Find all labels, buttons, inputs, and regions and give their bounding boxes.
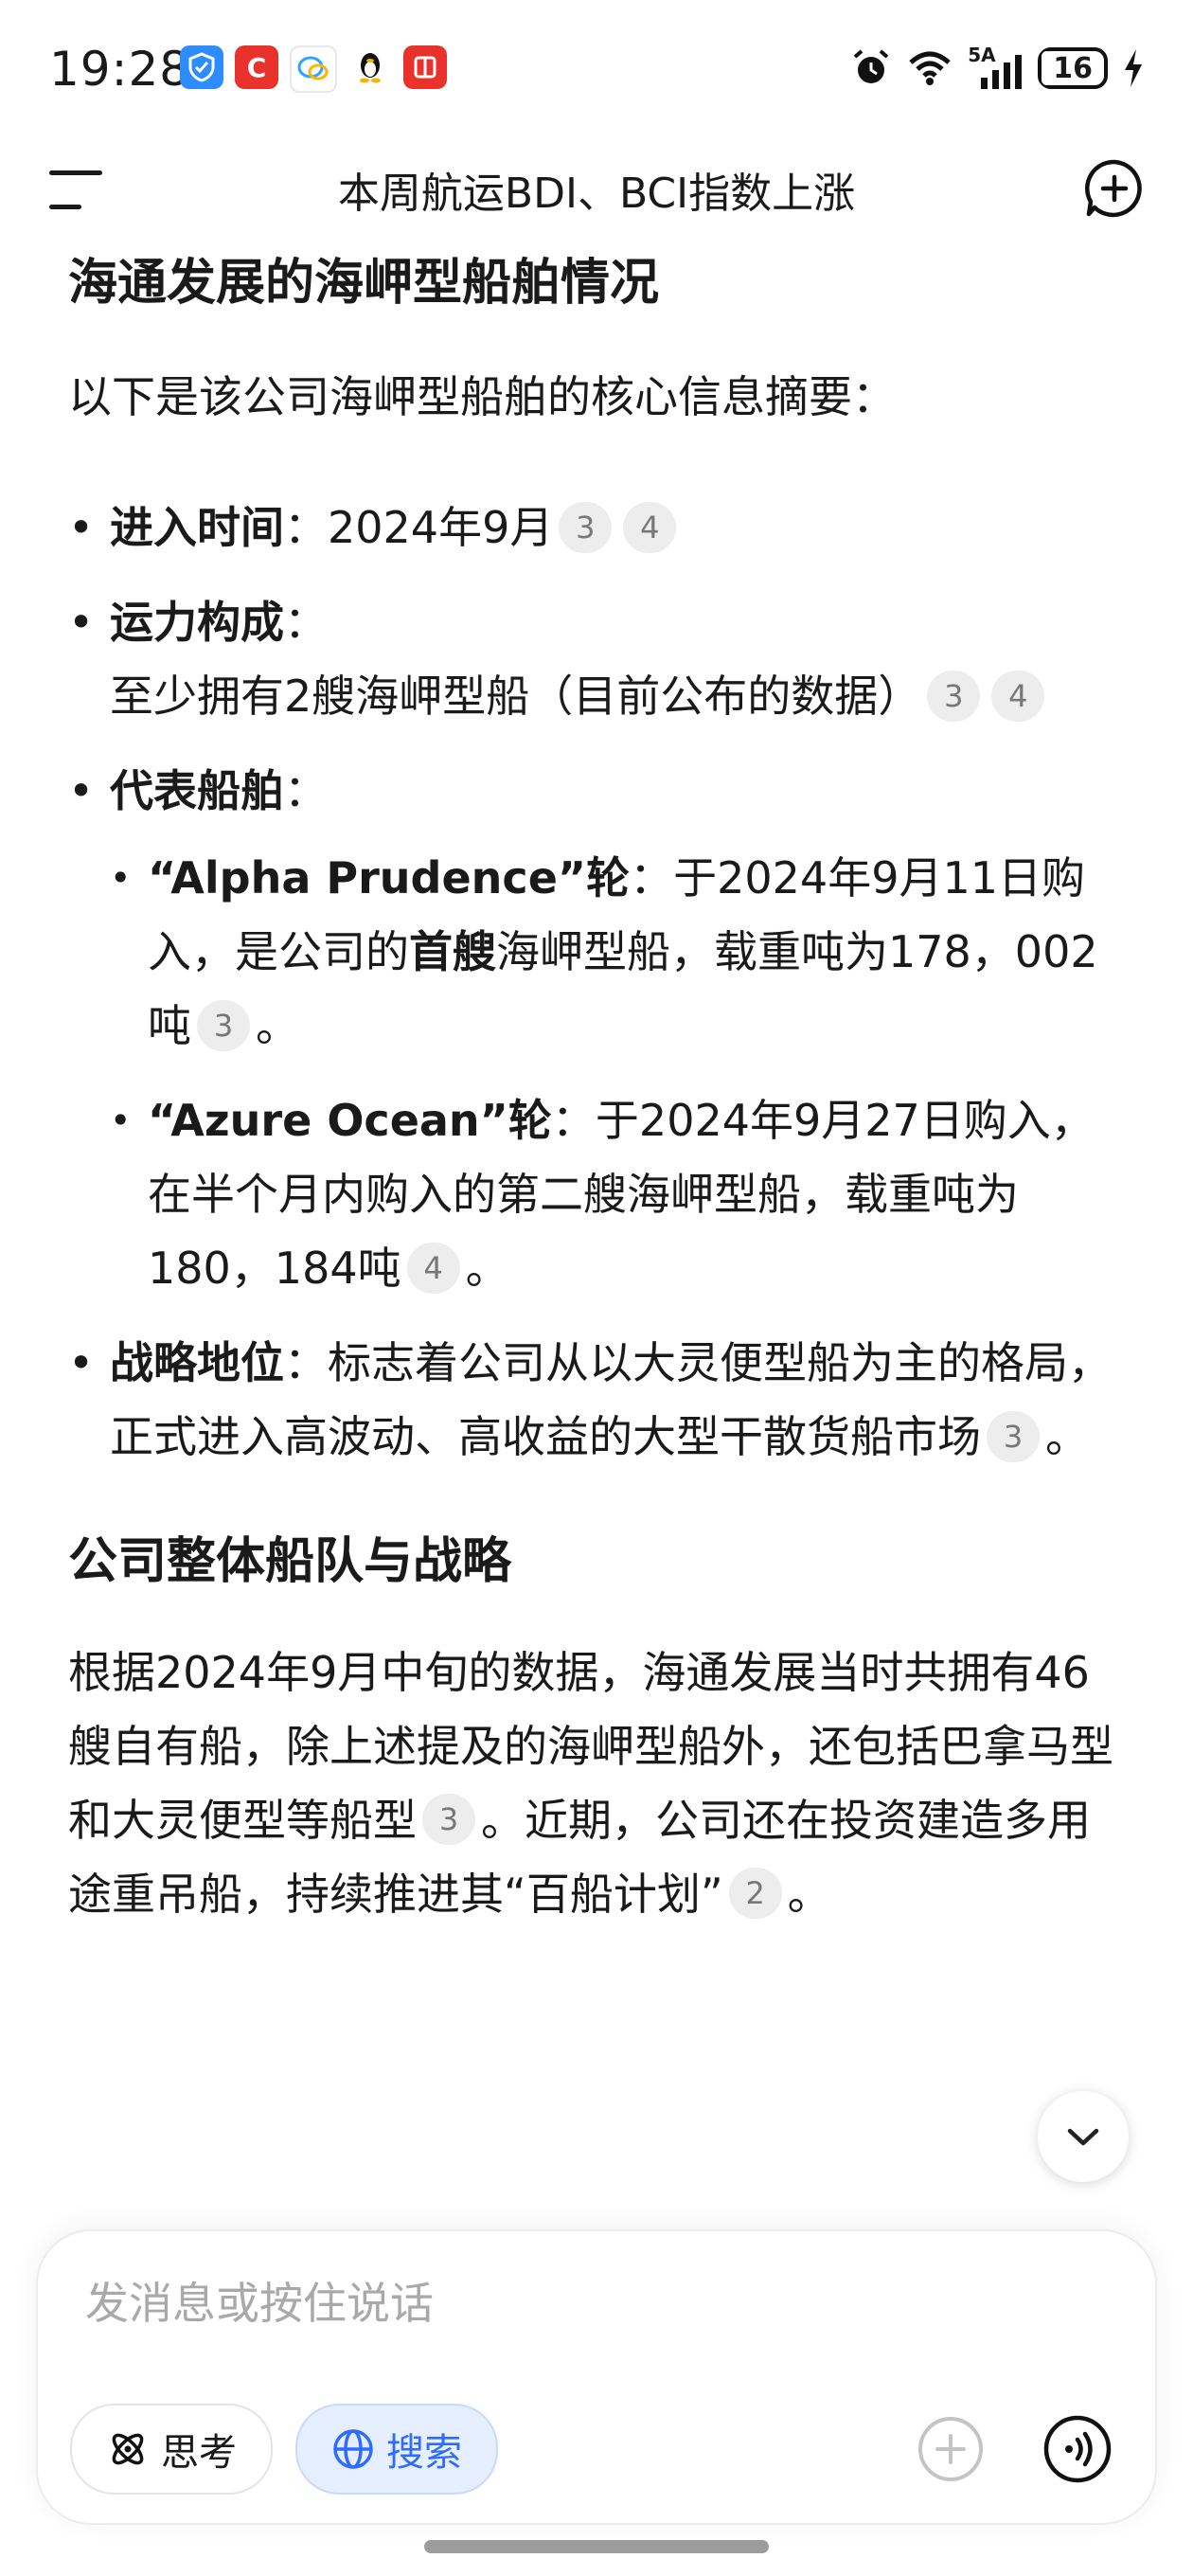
summary-list: 进入时间：2024年9月34 运力构成：至少拥有2艘海岬型船（目前公布的数据）3… [68,491,1127,1474]
battery-indicator: 16 [1038,47,1108,89]
list-item: 进入时间：2024年9月34 [68,491,1127,564]
intro-paragraph: 以下是该公司海岬型船舶的核心信息摘要： [68,371,896,423]
item-label: 进入时间 [110,502,284,554]
scroll-to-bottom-button[interactable] [1038,2091,1129,2182]
citation-badge[interactable]: 4 [623,501,677,553]
think-toggle-button[interactable]: 思考 [70,2404,273,2495]
new-chat-button[interactable] [1083,157,1146,220]
emphasis-text: 首艘 [409,926,496,978]
notification-icons: C [180,45,447,93]
voice-wave-icon [1043,2415,1112,2483]
search-label: 搜索 [386,2431,462,2475]
body-paragraph: 根据2024年9月中旬的数据，海通发展当时共拥有46艘自有船，除上述提及的海岬型… [68,1646,1113,1920]
message-composer: 发消息或按住说话 思考 搜索 [38,2231,1155,2523]
charging-icon [1125,49,1142,87]
item-label: 运力构成 [110,597,284,649]
ship-name: “Azure Ocean”轮 [148,1095,552,1147]
item-label: 战略地位 [110,1337,284,1389]
item-label: 代表船舶 [110,765,284,817]
citation-badge[interactable]: 3 [987,1410,1040,1462]
ship-item: “Azure Ocean”轮：于2024年9月27日购入，在半个月内购入的第二艘… [110,1083,1127,1305]
citation-badge[interactable]: 4 [991,670,1045,722]
attach-button[interactable] [915,2413,987,2485]
chat-header: 本周航运BDI、BCI指数上涨 [0,142,1193,237]
new-chat-icon [1085,159,1142,218]
list-item: 战略地位：标志着公司从以大灵便型船为主的格局，正式进入高波动、高收益的大型干散货… [68,1326,1127,1474]
message-content: 海通发展的海岬型船舶情况 以下是该公司海岬型船舶的核心信息摘要： 进入时间：20… [68,248,1127,1931]
think-label: 思考 [161,2431,237,2475]
wifi-icon [909,51,951,85]
citation-badge[interactable]: 3 [559,501,613,553]
citation-badge[interactable]: 3 [422,1794,475,1846]
home-indicator[interactable] [424,2540,769,2553]
ship-list: “Alpha Prudence”轮：于2024年9月11日购入，是公司的首艘海岬… [110,841,1127,1305]
citation-badge[interactable]: 3 [197,999,250,1051]
atom-icon [112,2433,144,2465]
voice-call-button[interactable] [1042,2413,1113,2485]
page-title: 本周航运BDI、BCI指数上涨 [337,170,856,218]
battery-percent: 16 [1053,51,1093,85]
item-text: 至少拥有2艘海岬型船（目前公布的数据） [110,671,922,723]
ship-name: “Alpha Prudence”轮 [148,852,631,904]
battery-level-bar [1042,51,1052,85]
ship-item: “Alpha Prudence”轮：于2024年9月11日购入，是公司的首艘海岬… [110,841,1127,1063]
globe-icon [333,2429,373,2469]
signal-5g-icon: 5A [968,44,1023,89]
status-time: 19:28 [49,42,191,97]
chat-bubble-icon [290,45,337,93]
item-text: 2024年9月 [328,502,554,554]
section-heading: 公司整体船队与战略 [68,1533,512,1591]
message-input[interactable]: 发消息或按住说话 [85,2269,434,2332]
list-item: 运力构成：至少拥有2艘海岬型船（目前公布的数据）34 [68,585,1127,733]
list-item: 代表船舶： “Alpha Prudence”轮：于2024年9月11日购入，是公… [68,754,1127,1305]
status-bar: 19:28 C 5A 16 [0,0,1193,142]
chevron-down-icon [1067,2128,1099,2146]
search-toggle-button[interactable]: 搜索 [295,2404,498,2495]
red-app-icon [403,45,447,89]
plus-circle-icon [918,2417,983,2481]
shield-app-icon [180,45,223,89]
c-app-icon: C [235,45,278,89]
alarm-icon [853,49,889,83]
citation-badge[interactable]: 2 [728,1868,782,1920]
penguin-icon [348,45,392,89]
system-icons: 5A 16 [850,44,1144,89]
citation-badge[interactable]: 4 [406,1242,460,1294]
citation-badge[interactable]: 3 [927,670,981,722]
section-heading: 海通发展的海岬型船舶情况 [68,255,660,312]
